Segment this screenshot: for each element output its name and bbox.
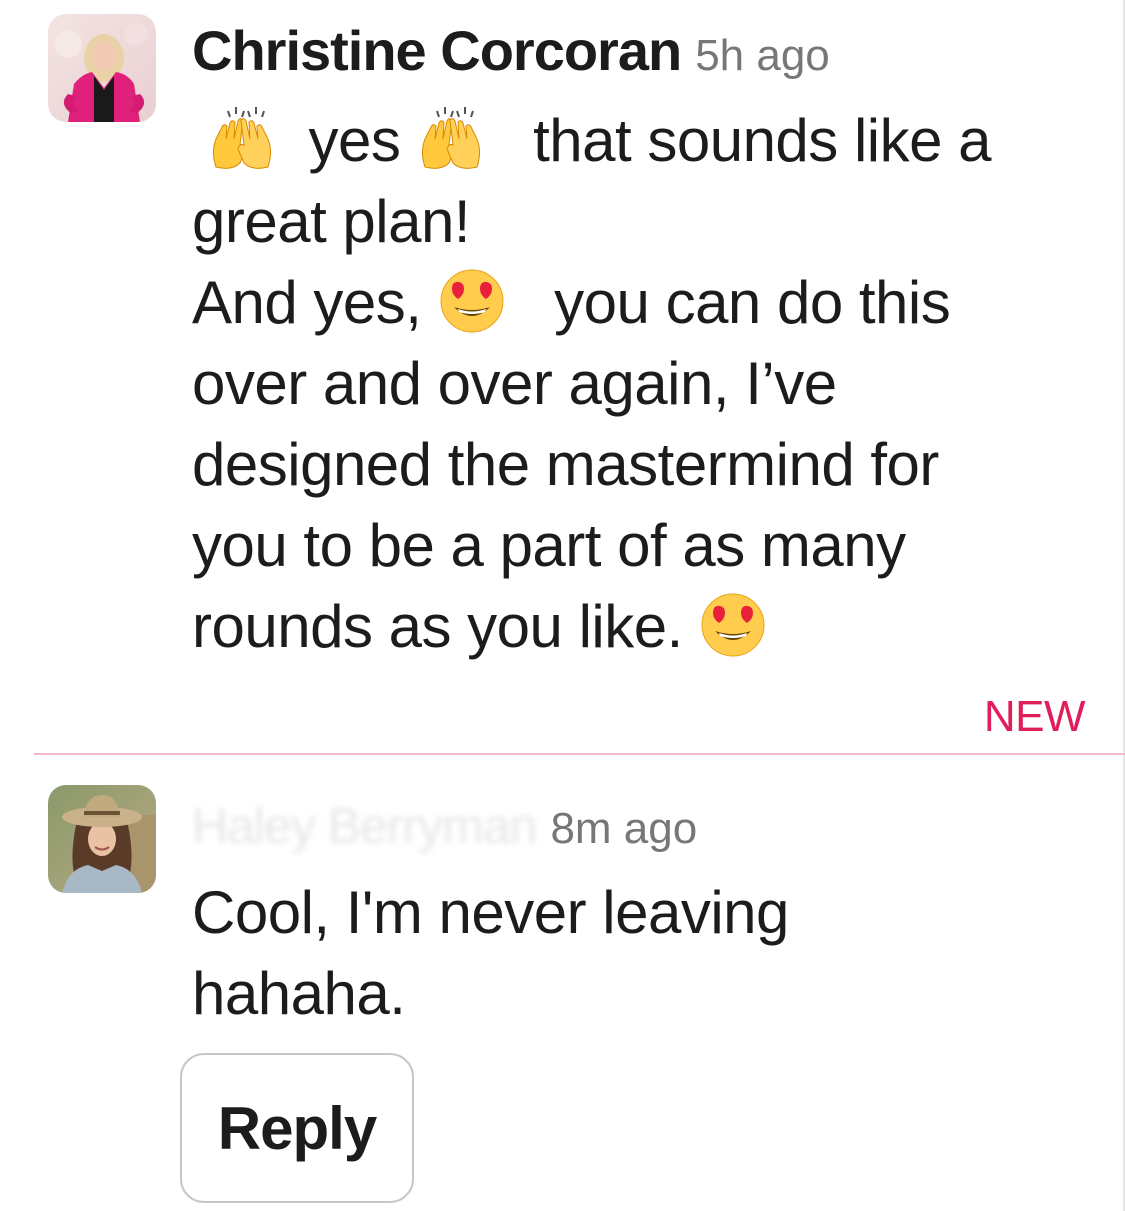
heart-eyes-icon	[699, 591, 767, 659]
message-line: you to be a part of as many	[192, 512, 906, 579]
message-line: great plan!	[192, 188, 471, 255]
new-messages-label: NEW	[983, 692, 1086, 741]
avatar[interactable]	[48, 785, 156, 893]
message-item: Christine Corcoran 5h ago yes that sound…	[0, 0, 1125, 752]
message-item: Haley Berryman 8m ago Cool, I'm never le…	[0, 757, 1125, 1211]
message-text: that sounds like a	[533, 107, 992, 174]
heart-eyes-icon	[438, 267, 506, 335]
message-header: Christine Corcoran 5h ago	[192, 18, 830, 83]
timestamp[interactable]: 5h ago	[695, 31, 830, 81]
message-line: And yes, you can do this	[192, 262, 1072, 343]
raising-hands-icon	[208, 105, 276, 173]
author-name[interactable]: Haley Berryman	[192, 797, 537, 855]
message-body: Cool, I'm never leaving hahaha.	[192, 872, 1072, 1034]
message-text: rounds as you like.	[192, 593, 683, 660]
woman-wide-brim-hat-avatar-icon	[48, 785, 156, 893]
timestamp[interactable]: 8m ago	[550, 804, 697, 854]
woman-pink-blazer-avatar-icon	[48, 14, 156, 122]
message-body: yes that sounds like a great plan! And y…	[192, 100, 1072, 667]
message-header: Haley Berryman 8m ago	[192, 797, 697, 855]
message-line: over and over again, I’ve	[192, 350, 837, 417]
avatar[interactable]	[48, 14, 156, 122]
message-text: And yes,	[192, 269, 422, 336]
reply-button[interactable]: Reply	[180, 1053, 414, 1203]
new-messages-divider	[34, 753, 1125, 755]
message-text: yes	[308, 107, 401, 174]
message-line: designed the mastermind for	[192, 431, 939, 498]
author-name[interactable]: Christine Corcoran	[192, 18, 682, 83]
message-line: rounds as you like.	[192, 586, 1072, 667]
raising-hands-icon	[417, 105, 485, 173]
message-line: hahaha.	[192, 960, 406, 1027]
message-line: Cool, I'm never leaving	[192, 879, 789, 946]
message-line: yes that sounds like a	[192, 100, 1072, 181]
message-text: you can do this	[554, 269, 951, 336]
